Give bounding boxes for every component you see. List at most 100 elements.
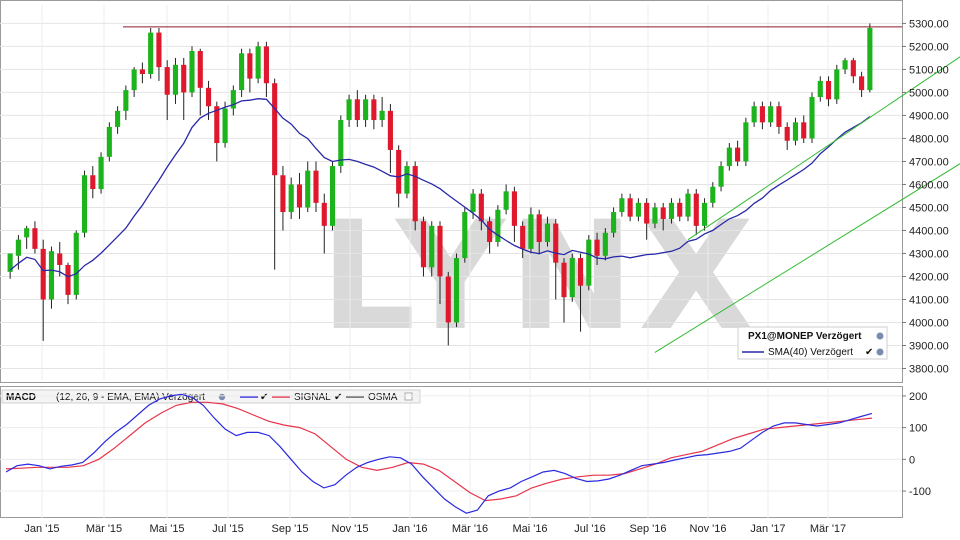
candle-body (701, 202, 708, 226)
candle-body (131, 69, 137, 91)
candle (379, 97, 385, 127)
candle (371, 94, 377, 130)
candle-body (354, 99, 360, 121)
y-tick-label: 5000.00 (909, 87, 949, 99)
candle (569, 253, 575, 302)
candle-body (710, 186, 716, 203)
candle-body (809, 97, 815, 139)
candle (602, 228, 608, 261)
candle-body (32, 228, 38, 249)
candle-body (288, 184, 294, 213)
candle-body (437, 225, 443, 277)
candle-body (635, 202, 641, 217)
candle (338, 115, 344, 173)
candle (718, 161, 724, 192)
candle-body (371, 99, 377, 121)
x-tick-label: Mai '15 (149, 523, 184, 535)
candle (239, 48, 245, 98)
candle (139, 62, 145, 84)
candle (759, 101, 765, 130)
candle (156, 28, 162, 81)
candle-body (660, 207, 666, 219)
legend-check-icon: ✔ (865, 347, 873, 358)
candle-body (569, 258, 575, 298)
candle (776, 101, 782, 134)
candle (701, 198, 708, 231)
candle (164, 60, 170, 121)
y-tick-label: 4800.00 (909, 133, 949, 145)
candle (768, 101, 774, 127)
candle-body (379, 110, 385, 121)
candle (296, 172, 303, 219)
chart-canvas: LYNX 5300.005200.005100.005000.004900.00… (0, 0, 960, 535)
signal-label: SIGNAL (294, 392, 331, 403)
candle-body (205, 87, 212, 107)
candle (495, 205, 501, 247)
candle-body (396, 149, 402, 194)
candle-body (321, 202, 327, 226)
x-tick-label: Jan '17 (750, 523, 785, 535)
candle-body (718, 166, 724, 187)
x-tick-label: Jan '15 (24, 523, 59, 535)
candle-body (594, 239, 600, 256)
x-tick-label: Mär '16 (452, 523, 488, 535)
candle-body (867, 28, 873, 91)
candle-body (859, 76, 865, 91)
candle (867, 23, 873, 93)
candle-body (478, 193, 484, 222)
candle (222, 101, 228, 148)
candle-body (255, 46, 261, 79)
candle-body (586, 239, 592, 286)
y-tick-label: 5300.00 (909, 18, 949, 30)
candle-body (148, 32, 154, 75)
candle (784, 122, 790, 150)
macd-params: (12, 26, 9 - EMA, EMA) Verzögert (56, 392, 205, 403)
candle (288, 177, 294, 219)
candle-body (98, 156, 104, 190)
candle-body (685, 193, 691, 217)
candle-body (329, 166, 336, 226)
candle-body (768, 106, 774, 123)
candle-body (313, 170, 319, 203)
candle-body (520, 225, 526, 249)
candle (387, 103, 393, 173)
candle-body (453, 258, 460, 323)
y-tick-label: 4000.00 (909, 317, 949, 329)
candle (247, 48, 253, 93)
candle (726, 143, 732, 171)
macd-tick-label: 200 (909, 391, 927, 403)
candle (123, 85, 129, 121)
candle-body (644, 202, 650, 224)
candle (48, 246, 55, 309)
candle (313, 161, 319, 213)
y-tick-label: 3800.00 (909, 363, 949, 375)
candle (834, 64, 840, 104)
candle (172, 57, 179, 104)
candle-body (387, 110, 393, 150)
candle-body (239, 53, 245, 91)
candle (859, 71, 865, 98)
x-tick-label: Nov '16 (690, 523, 727, 535)
candle-body (544, 223, 551, 242)
candle-body (842, 60, 848, 70)
candle (586, 235, 592, 291)
y-tick-label: 4300.00 (909, 248, 949, 260)
candle-body (57, 253, 63, 265)
candle (24, 225, 30, 249)
candle (817, 76, 823, 102)
candle-body (156, 32, 162, 68)
candle (7, 253, 13, 279)
candle-body (668, 202, 675, 219)
candle-body (776, 106, 782, 127)
y-tick-label: 4200.00 (909, 271, 949, 283)
y-tick-label: 4600.00 (909, 179, 949, 191)
candle (90, 166, 96, 199)
chart-root: LYNX 5300.00 5200.00 5100.00 5000.00 4900.00… (0, 0, 960, 540)
candle-body (296, 184, 303, 208)
candle-body (15, 239, 21, 256)
candle (735, 140, 741, 167)
candle-body (462, 212, 468, 259)
macd-tick-label: 0 (909, 454, 915, 466)
candle-body (536, 214, 542, 242)
candle-body (834, 69, 840, 100)
